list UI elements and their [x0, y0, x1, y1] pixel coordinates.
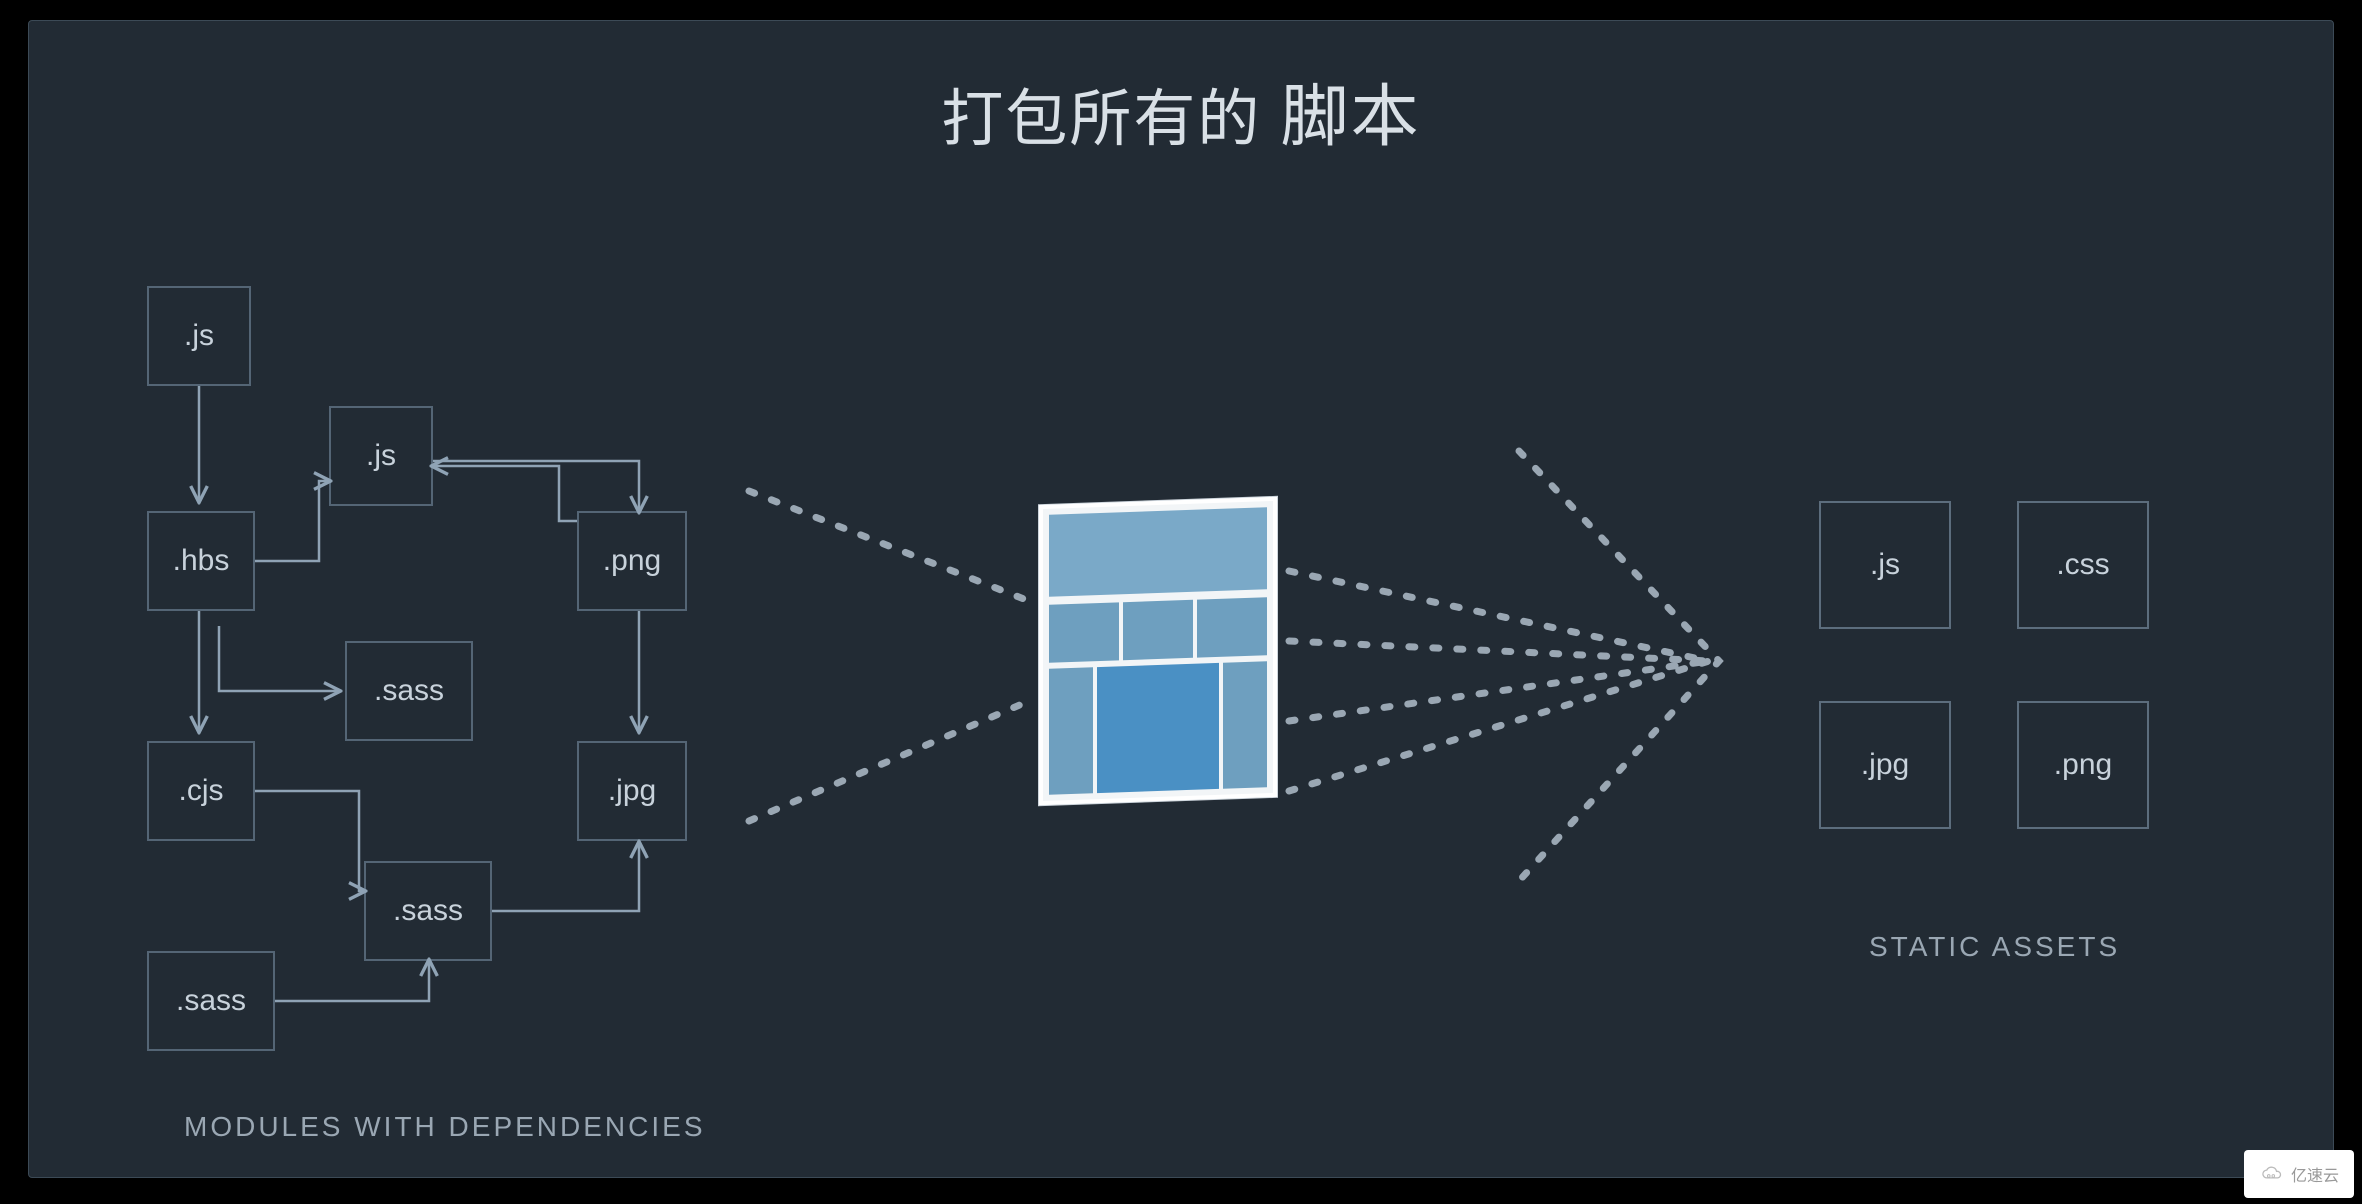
page-title: 打包所有的 脚本	[29, 61, 2333, 160]
node-label: .css	[2056, 548, 2109, 582]
cloud-icon	[2259, 1164, 2285, 1184]
node-label: .sass	[393, 894, 463, 928]
title-prefix: 打包所有的	[941, 85, 1261, 154]
module-node-js-2: .js	[329, 406, 433, 506]
node-label: .js	[1870, 548, 1900, 582]
node-label: .png	[2054, 748, 2112, 782]
module-node-hbs: .hbs	[147, 511, 255, 611]
assets-caption: STATIC ASSETS	[1869, 931, 2120, 963]
node-label: .jpg	[608, 774, 656, 808]
module-node-sass-1: .sass	[345, 641, 473, 741]
watermark-text: 亿速云	[2291, 1162, 2339, 1186]
module-node-jpg: .jpg	[577, 741, 687, 841]
node-label: .png	[603, 544, 661, 578]
webpack-cube-icon	[1039, 497, 1277, 805]
watermark-badge: 亿速云	[2244, 1150, 2354, 1198]
module-node-sass-2: .sass	[364, 861, 492, 961]
node-label: .cjs	[179, 774, 224, 808]
node-label: .sass	[176, 984, 246, 1018]
asset-node-js: .js	[1819, 501, 1951, 629]
asset-node-css: .css	[2017, 501, 2149, 629]
modules-caption: MODULES WITH DEPENDENCIES	[184, 1111, 706, 1143]
module-node-sass-3: .sass	[147, 951, 275, 1051]
node-label: .js	[184, 319, 214, 353]
module-node-cjs: .cjs	[147, 741, 255, 841]
node-label: .sass	[374, 674, 444, 708]
asset-node-png: .png	[2017, 701, 2149, 829]
node-label: .jpg	[1861, 748, 1909, 782]
title-main: 脚本	[1281, 79, 1421, 155]
node-label: .hbs	[173, 544, 230, 578]
node-label: .js	[366, 439, 396, 473]
module-node-png: .png	[577, 511, 687, 611]
asset-node-jpg: .jpg	[1819, 701, 1951, 829]
module-node-js-1: .js	[147, 286, 251, 386]
diagram-frame: 打包所有的 脚本 .js .js .hbs .png .sass .cjs .j…	[28, 20, 2334, 1178]
